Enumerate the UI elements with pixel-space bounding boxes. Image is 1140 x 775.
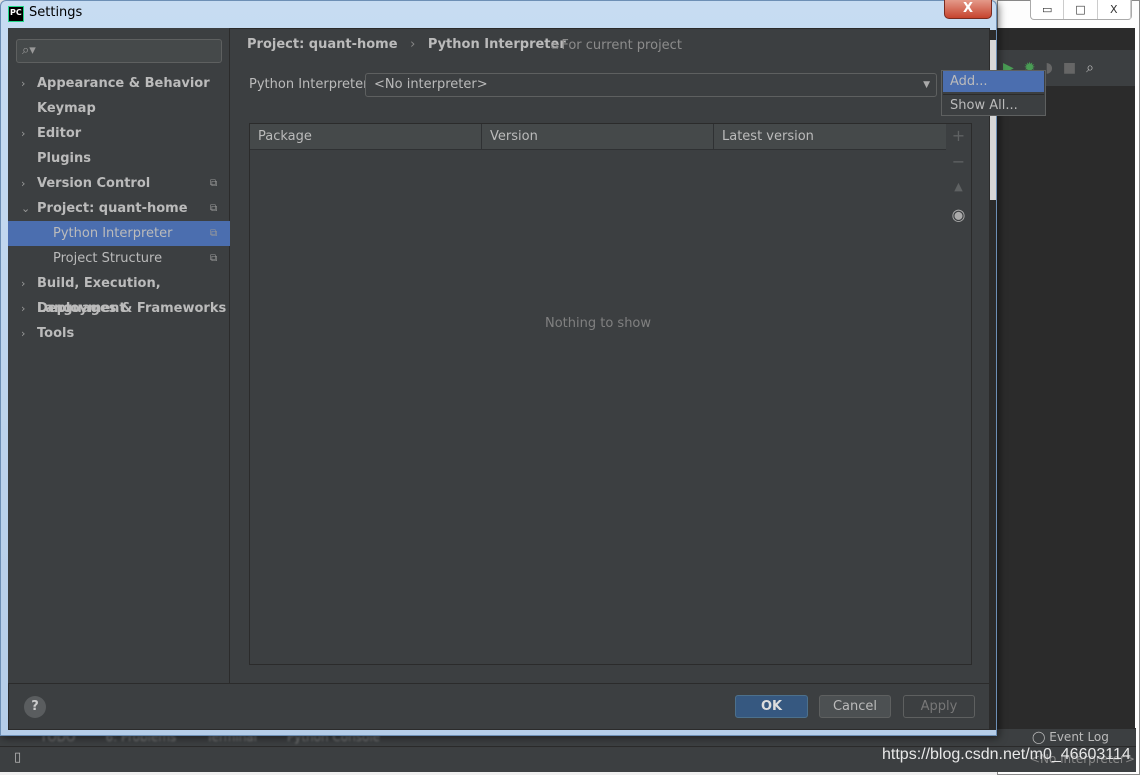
help-button[interactable]: ? <box>24 696 46 718</box>
scope-text: For current project <box>561 38 682 53</box>
settings-search-input[interactable]: ⌕▾ <box>16 39 222 63</box>
table-header: Package Version Latest version <box>250 124 946 150</box>
menu-item-show-all[interactable]: Show All... <box>943 94 1044 115</box>
sidebar-item-plugins[interactable]: Plugins <box>8 146 230 171</box>
event-log-label: Event Log <box>1049 730 1109 744</box>
packages-table: Package Version Latest version Nothing t… <box>249 123 947 665</box>
remove-package-icon[interactable]: − <box>946 152 971 171</box>
add-package-icon[interactable]: + <box>946 126 971 145</box>
chevron-right-icon[interactable]: › <box>21 71 25 96</box>
apply-button[interactable]: Apply <box>903 695 975 718</box>
sidebar-item-label: Plugins <box>37 151 91 166</box>
sidebar-item-version-control[interactable]: › Version Control ⧉ <box>8 171 230 196</box>
chevron-right-icon[interactable]: › <box>21 296 25 321</box>
copy-icon: ⧉ <box>551 41 562 52</box>
menu-item-add[interactable]: Add... <box>943 71 1044 92</box>
chevron-right-icon[interactable]: › <box>21 271 25 296</box>
chevron-down-icon: ▼ <box>923 80 930 90</box>
breadcrumb-parent[interactable]: Project: quant-home <box>247 37 398 52</box>
project-scope-icon: ⧉ <box>210 228 218 239</box>
sidebar-item-languages-frameworks[interactable]: › Languages & Frameworks <box>8 296 230 321</box>
column-version[interactable]: Version <box>482 124 714 149</box>
breadcrumb-current: Python Interpreter <box>427 37 566 52</box>
stop-icon[interactable]: ■ <box>1063 60 1076 76</box>
watermark: https://blog.csdn.net/m0_46603114 <box>882 746 1131 763</box>
sidebar-item-label: Python Interpreter <box>53 226 173 241</box>
project-scope-icon: ⧉ <box>210 203 218 214</box>
chevron-right-icon[interactable]: › <box>21 121 25 146</box>
sidebar-item-label: Tools <box>37 326 75 341</box>
sidebar-item-build-execution-deployment[interactable]: › Build, Execution, Deployment <box>8 271 230 316</box>
toggle-icon[interactable]: ▯ <box>14 750 21 765</box>
pycharm-logo-icon: PC <box>8 6 24 22</box>
ide-close-button[interactable]: X <box>1098 0 1131 19</box>
scope-label: ⧉ For current project <box>551 38 682 53</box>
divider <box>8 683 990 684</box>
ide-editor <box>997 28 1135 728</box>
event-log-icon: ◯ <box>1032 730 1050 744</box>
sidebar-item-project-structure[interactable]: Project Structure ⧉ <box>8 246 230 271</box>
column-latest-version[interactable]: Latest version <box>714 124 946 149</box>
sidebar-item-python-interpreter[interactable]: Python Interpreter ⧉ <box>8 221 230 246</box>
interpreter-select[interactable]: <No interpreter> ▼ <box>365 73 937 97</box>
minimize-button[interactable]: ▭ <box>1031 0 1065 19</box>
project-scope-icon: ⧉ <box>210 253 218 264</box>
sidebar-item-label: Project Structure <box>53 251 163 266</box>
cancel-button[interactable]: Cancel <box>819 695 891 718</box>
scrollbar-thumb[interactable] <box>990 40 996 200</box>
event-log-button[interactable]: ◯ Event Log <box>1032 730 1109 744</box>
sidebar-item-tools[interactable]: › Tools <box>8 321 230 346</box>
ide-window-controls: ▭ □ X <box>1030 0 1132 20</box>
search-icon[interactable]: ⌕ <box>1086 60 1094 76</box>
project-scope-icon: ⧉ <box>210 178 218 189</box>
table-toolbar: + − ▲ ◉ <box>946 123 972 665</box>
sidebar-item-keymap[interactable]: Keymap <box>8 96 230 121</box>
column-package[interactable]: Package <box>250 124 482 149</box>
sidebar-item-label: Appearance & Behavior <box>37 76 210 91</box>
ok-button[interactable]: OK <box>735 695 808 718</box>
sidebar-item-label: Project: quant-home <box>37 201 188 216</box>
sidebar-item-appearance-behavior[interactable]: › Appearance & Behavior <box>8 71 230 96</box>
sidebar-item-editor[interactable]: › Editor <box>8 121 230 146</box>
chevron-right-icon[interactable]: › <box>21 171 25 196</box>
empty-state-text: Nothing to show <box>544 316 652 331</box>
interpreter-value: <No interpreter> <box>374 77 488 92</box>
search-icon: ⌕▾ <box>22 43 36 58</box>
coverage-icon[interactable]: ◗ <box>1046 60 1053 76</box>
maximize-button[interactable]: □ <box>1064 0 1098 19</box>
sidebar-item-label: Languages & Frameworks <box>37 301 227 316</box>
sidebar-item-label: Version Control <box>37 176 151 191</box>
close-button[interactable]: X <box>944 0 992 19</box>
interpreter-popup-menu: Add... Show All... <box>941 70 1046 116</box>
upgrade-package-icon[interactable]: ▲ <box>946 180 971 193</box>
breadcrumb: Project: quant-home › Python Interpreter <box>247 37 574 52</box>
sidebar-item-project-quant-home[interactable]: ⌄ Project: quant-home ⧉ <box>8 196 230 221</box>
chevron-down-icon[interactable]: ⌄ <box>21 196 30 221</box>
sidebar-item-label: Keymap <box>37 101 96 116</box>
breadcrumb-separator-icon: › <box>410 37 416 52</box>
sidebar-item-label: Editor <box>37 126 82 141</box>
interpreter-label: Python Interpreter: <box>249 77 373 92</box>
eye-icon[interactable]: ◉ <box>946 205 971 224</box>
chevron-right-icon[interactable]: › <box>21 321 25 346</box>
dialog-title: Settings <box>29 5 83 20</box>
